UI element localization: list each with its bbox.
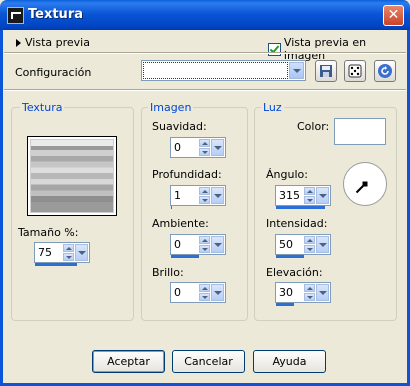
config-select[interactable] [141, 60, 306, 81]
size-value[interactable]: 75 [38, 246, 52, 259]
reset-button[interactable] [374, 60, 396, 82]
angle-dial[interactable] [343, 162, 387, 206]
increment-icon[interactable] [199, 187, 210, 195]
smoothness-spinner[interactable]: 0 [170, 137, 226, 158]
save-icon [320, 65, 332, 77]
chevron-down-icon[interactable] [211, 139, 224, 156]
title-bar: Textura ✕ [0, 0, 410, 30]
divider [4, 89, 406, 91]
brightness-value[interactable]: 0 [174, 286, 181, 299]
color-label: Color: [297, 120, 330, 133]
dial-handle [362, 181, 368, 187]
smoothness-label: Suavidad: [152, 120, 207, 133]
preview-label: Vista previa [25, 36, 90, 49]
depth-spinner[interactable]: 1 [170, 185, 226, 206]
chevron-down-icon[interactable] [211, 284, 224, 301]
light-color-swatch[interactable] [334, 118, 386, 145]
chevron-down-icon[interactable] [289, 62, 304, 79]
depth-value[interactable]: 1 [174, 189, 181, 202]
chevron-down-icon[interactable] [75, 244, 88, 261]
reset-icon [378, 64, 392, 78]
image-preview-label: Vista previa en imagen [283, 36, 367, 62]
angle-label: Ángulo: [266, 168, 308, 181]
elevation-label: Elevación: [266, 266, 323, 279]
decrement-icon[interactable] [63, 253, 74, 261]
intensity-value[interactable]: 50 [279, 238, 293, 251]
chevron-down-icon[interactable] [211, 187, 224, 204]
config-label: Configuración [15, 66, 92, 79]
increment-icon[interactable] [63, 244, 74, 252]
angle-level-bar [276, 206, 325, 209]
window-title: Textura [28, 7, 83, 22]
decrement-icon[interactable] [304, 245, 315, 253]
image-preview-option[interactable]: Vista previa en imagen [268, 36, 410, 62]
decrement-icon[interactable] [199, 293, 210, 301]
brightness-spinner[interactable]: 0 [170, 282, 226, 303]
texture-swatch [30, 139, 114, 213]
decrement-icon[interactable] [304, 196, 315, 204]
size-label: Tamaño %: [18, 226, 79, 239]
increment-icon[interactable] [304, 236, 315, 244]
increment-icon[interactable] [199, 284, 210, 292]
intensity-label: Intensidad: [266, 217, 328, 230]
chevron-down-icon[interactable] [316, 284, 329, 301]
texture-preview[interactable] [27, 136, 117, 216]
app-icon [7, 7, 24, 24]
ok-button[interactable]: Aceptar [92, 350, 165, 373]
elevation-level-bar [276, 303, 294, 306]
ambient-spinner[interactable]: 0 [170, 234, 226, 255]
angle-spinner[interactable]: 315 [275, 185, 331, 206]
chevron-down-icon[interactable] [211, 236, 224, 253]
smoothness-value[interactable]: 0 [174, 141, 181, 154]
texture-group-title: Textura [20, 101, 65, 114]
cancel-button[interactable]: Cancelar [172, 350, 245, 373]
light-group-title: Luz [261, 101, 284, 114]
help-button[interactable]: Ayuda [253, 350, 326, 373]
increment-icon[interactable] [304, 284, 315, 292]
close-button[interactable]: ✕ [383, 5, 404, 26]
increment-icon[interactable] [199, 139, 210, 147]
brightness-label: Brillo: [152, 266, 184, 279]
ambient-level-bar [171, 255, 199, 258]
angle-value[interactable]: 315 [279, 189, 300, 202]
image-group-title: Imagen [148, 101, 194, 114]
decrement-icon[interactable] [199, 245, 210, 253]
save-button[interactable] [315, 60, 337, 82]
increment-icon[interactable] [199, 236, 210, 244]
decrement-icon[interactable] [199, 196, 210, 204]
expand-triangle-icon [16, 38, 21, 47]
config-select-value [143, 62, 288, 79]
close-icon: ✕ [387, 7, 400, 23]
divider [4, 52, 406, 54]
decrement-icon[interactable] [304, 293, 315, 301]
randomize-button[interactable] [344, 60, 366, 82]
ambient-value[interactable]: 0 [174, 238, 181, 251]
elevation-value[interactable]: 30 [279, 286, 293, 299]
depth-level-bar [171, 206, 172, 209]
chevron-down-icon[interactable] [316, 187, 329, 204]
chevron-down-icon[interactable] [316, 236, 329, 253]
elevation-spinner[interactable]: 30 [275, 282, 331, 303]
depth-label: Profundidad: [152, 168, 222, 181]
size-level-bar [35, 263, 77, 266]
increment-icon[interactable] [304, 187, 315, 195]
intensity-spinner[interactable]: 50 [275, 234, 331, 255]
dice-icon [348, 64, 362, 78]
preview-toggle[interactable]: Vista previa [16, 36, 90, 49]
ambient-label: Ambiente: [152, 217, 209, 230]
size-spinner[interactable]: 75 [34, 242, 90, 263]
decrement-icon[interactable] [199, 148, 210, 156]
intensity-level-bar [276, 255, 304, 258]
